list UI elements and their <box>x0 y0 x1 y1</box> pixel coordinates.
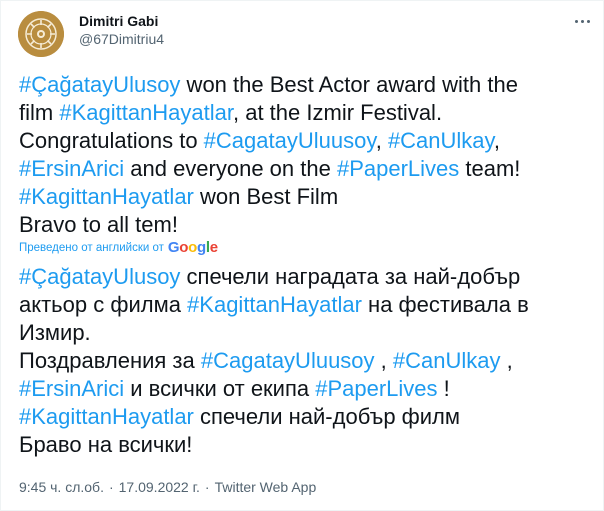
tweet-text-segment: Браво на всички! <box>19 432 193 457</box>
tweet-text-segment: , <box>374 348 393 373</box>
tweet-line: #ÇağatayUlusoy won the Best Actor award … <box>19 71 599 99</box>
hashtag-link[interactable]: #CagatayUluusoy <box>201 348 375 373</box>
tweet-date[interactable]: 17.09.2022 г. <box>119 478 200 496</box>
tweet-text-segment: Bravo to all tem! <box>19 212 178 237</box>
hashtag-link[interactable]: #KagittanHayatlar <box>19 404 194 429</box>
tweet-line: Поздравления за #CagatayUluusoy , #CanUl… <box>19 347 599 375</box>
hashtag-link[interactable]: #CanUlkay <box>393 348 501 373</box>
tweet-meta: 9:45 ч. сл.об. · 17.09.2022 г. · Twitter… <box>19 478 316 496</box>
meta-separator: · <box>204 479 210 495</box>
tweet-line: #ErsinArici and everyone on the #PaperLi… <box>19 155 599 183</box>
tweet-text-segment: film <box>19 100 60 125</box>
tweet-line: film #KagittanHayatlar, at the Izmir Fes… <box>19 99 599 127</box>
tweet-line: Измир. <box>19 319 599 347</box>
hashtag-link[interactable]: #PaperLives <box>315 376 437 401</box>
tweet-time[interactable]: 9:45 ч. сл.об. <box>19 478 104 496</box>
more-dot <box>580 19 584 23</box>
hashtag-link[interactable]: #CanUlkay <box>388 128 494 153</box>
hashtag-link[interactable]: #ErsinArici <box>19 156 124 181</box>
user-handle[interactable]: @67Dimitriu4 <box>79 30 164 48</box>
tweet-text-segment: Congratulations to <box>19 128 204 153</box>
tweet-text-segment: на фестивала в <box>361 292 529 317</box>
tweet-text-segment: won the Best Actor award with the <box>180 72 518 97</box>
tweet-text-segment: актьор с филма <box>19 292 188 317</box>
tweet-line: #ErsinArici и всички от екипа #PaperLive… <box>19 375 599 403</box>
tweet-text-segment: и всички от екипа <box>124 376 316 401</box>
tweet-text-segment: won Best Film <box>193 184 339 209</box>
avatar[interactable] <box>18 11 64 57</box>
google-logo: Google <box>167 239 218 256</box>
more-dot <box>586 19 590 23</box>
hashtag-link[interactable]: #KagittanHayatlar <box>187 292 362 317</box>
tweet-text-segment: спечели наградата за най-добър <box>180 264 521 289</box>
hashtag-link[interactable]: #ErsinArici <box>19 376 124 401</box>
translation-attribution[interactable]: Преведено от английски от Google <box>19 240 218 256</box>
tweet-text-original: #ÇağatayUlusoy won the Best Actor award … <box>19 71 599 239</box>
tweet-text-segment: , <box>493 128 501 153</box>
ornament-emblem-icon <box>18 11 64 57</box>
tweet-line: #KagittanHayatlar won Best Film <box>19 183 599 211</box>
tweet-card: Dimitri Gabi @67Dimitriu4 #ÇağatayUlusoy… <box>0 0 604 511</box>
hashtag-link[interactable]: #KagittanHayatlar <box>59 100 233 125</box>
hashtag-link[interactable]: #CagatayUluusoy <box>204 128 376 153</box>
more-options-button[interactable] <box>569 11 595 31</box>
hashtag-link[interactable]: #ÇağatayUlusoy <box>19 264 180 289</box>
tweet-text-segment: спечели най-добър филм <box>193 404 461 429</box>
tweet-source: Twitter Web App <box>214 479 317 495</box>
tweet-text-segment: and everyone on the <box>124 156 337 181</box>
tweet-line: Браво на всички! <box>19 431 599 459</box>
tweet-line: Bravo to all tem! <box>19 211 599 239</box>
tweet-text-segment: ! <box>437 376 450 401</box>
tweet-line: актьор с филма #KagittanHayatlar на фест… <box>19 291 599 319</box>
display-name[interactable]: Dimitri Gabi <box>79 12 158 30</box>
tweet-line: Congratulations to #CagatayUluusoy, #Can… <box>19 127 599 155</box>
more-horizontal-icon <box>574 19 578 23</box>
tweet-text-segment: Измир. <box>19 320 91 345</box>
tweet-line: #ÇağatayUlusoy спечели наградата за най-… <box>19 263 599 291</box>
hashtag-link[interactable]: #KagittanHayatlar <box>19 184 194 209</box>
tweet-text-segment: Поздравления за <box>19 348 201 373</box>
tweet-text-translated: #ÇağatayUlusoy спечели наградата за най-… <box>19 263 599 459</box>
hashtag-link[interactable]: #PaperLives <box>337 156 459 181</box>
translated-note: Преведено от английски от <box>19 242 164 254</box>
hashtag-link[interactable]: #ÇağatayUlusoy <box>19 72 180 97</box>
tweet-line: #KagittanHayatlar спечели най-добър филм <box>19 403 599 431</box>
tweet-text-segment: , <box>500 348 513 373</box>
tweet-text-segment: team! <box>459 156 521 181</box>
tweet-text-segment: , <box>375 128 388 153</box>
tweet-text-segment: , at the Izmir Festival. <box>233 100 443 125</box>
meta-separator: · <box>108 479 114 495</box>
